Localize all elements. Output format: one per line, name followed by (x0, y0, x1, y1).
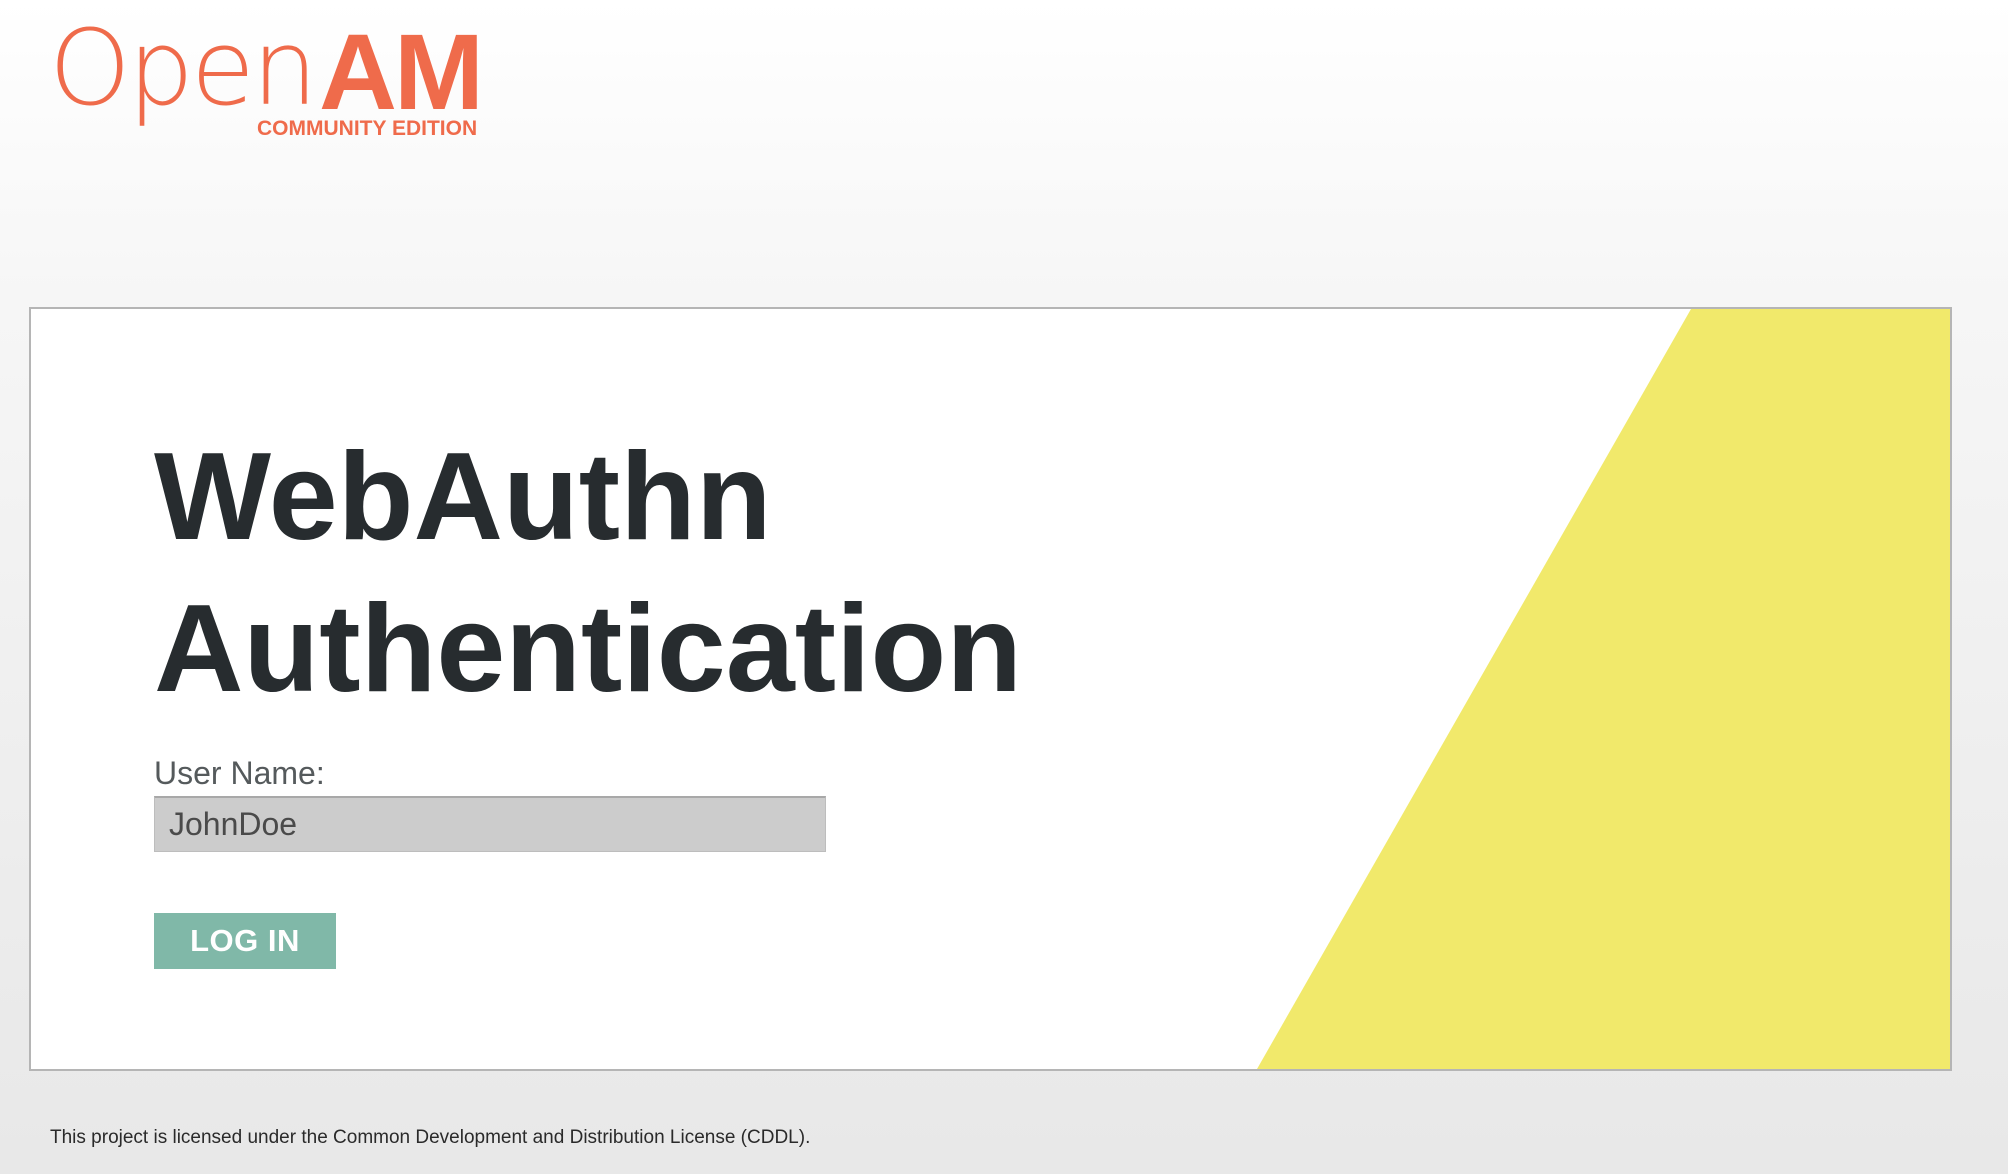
logo-edition-text: COMMUNITY EDITION (257, 117, 478, 140)
page-title-line2: Authentication (154, 580, 1022, 718)
page-title-line1: WebAuthn (154, 428, 772, 566)
logo-am-text: AM (319, 11, 484, 132)
username-input[interactable] (154, 796, 826, 852)
openam-logo: Open AM COMMUNITY EDITION (49, 16, 509, 146)
logo-open-text: Open (49, 7, 318, 129)
login-card: WebAuthn Authentication User Name: LOG I… (29, 307, 1952, 1071)
license-footer: This project is licensed under the Commo… (50, 1127, 811, 1148)
login-button[interactable]: LOG IN (154, 913, 336, 969)
username-label: User Name: (154, 755, 325, 791)
page-title: WebAuthn Authentication (154, 421, 1022, 725)
